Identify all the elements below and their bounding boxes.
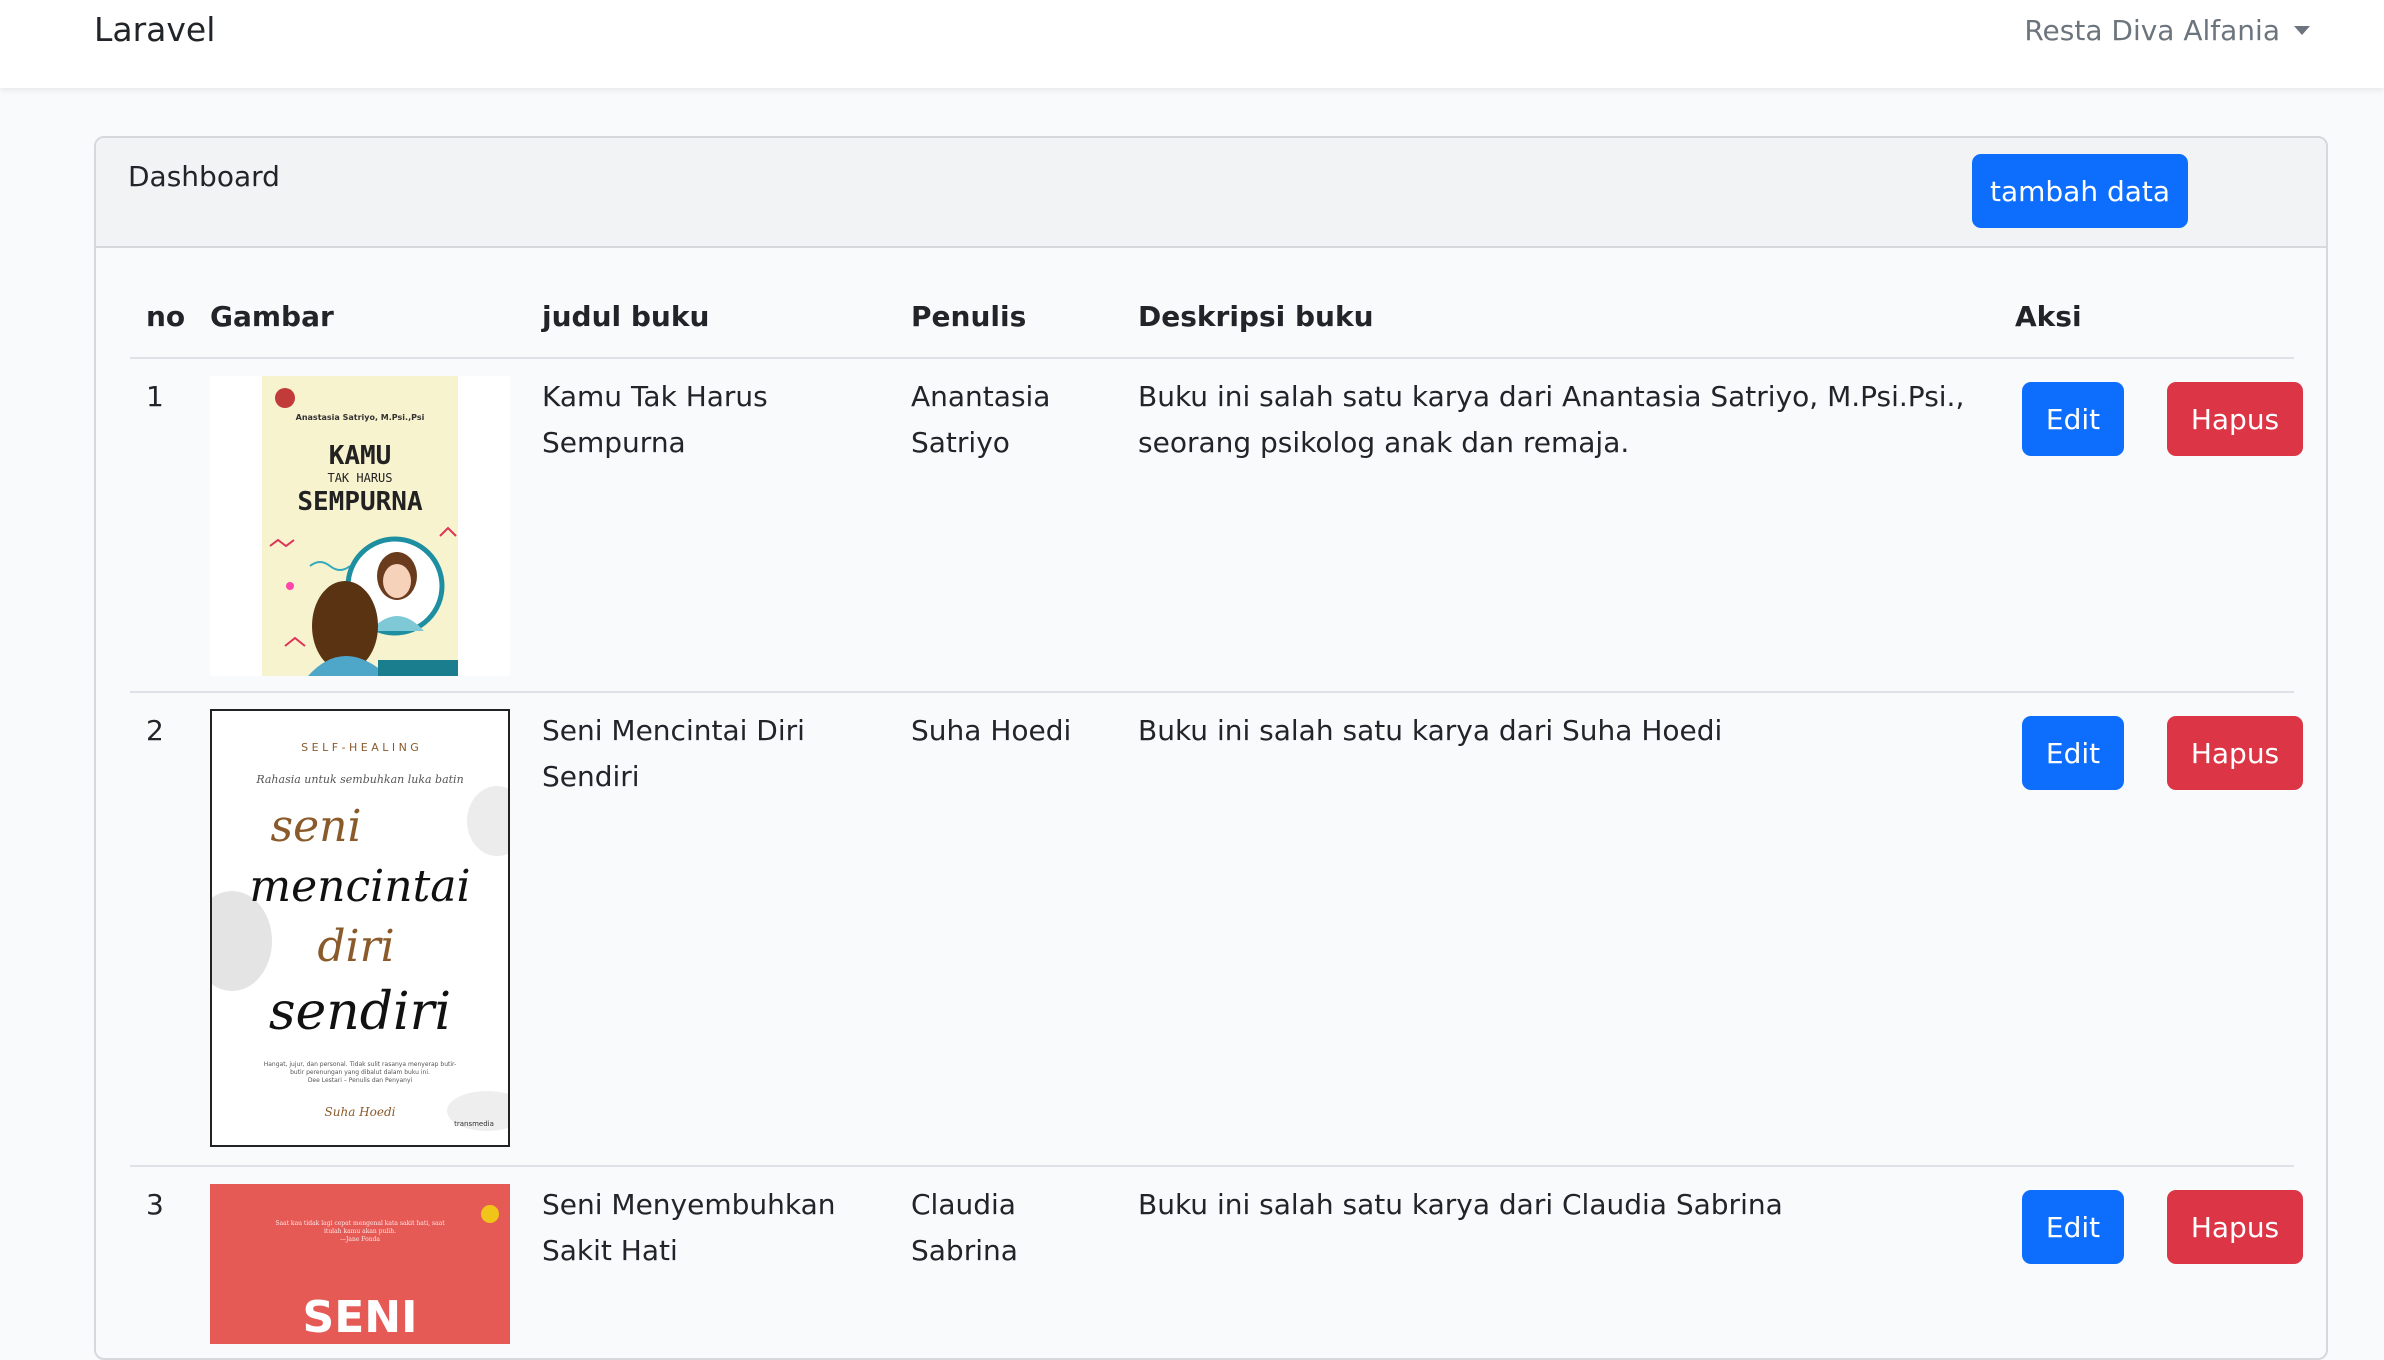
row-title: Kamu Tak Harus Sempurna: [542, 380, 768, 459]
book-cover-image: S E L F - H E A L I N G Rahasia untuk se…: [210, 709, 510, 1147]
cover-title-line1: KAMU: [329, 441, 392, 471]
row-description: Buku ini salah satu karya dari Anantasia…: [1138, 380, 1965, 459]
cover-big-title: SENI: [303, 1292, 418, 1343]
cover-quote-author: Dee Lestari – Penulis dan Penyanyi: [307, 1077, 413, 1084]
edit-button[interactable]: Edit: [2022, 716, 2124, 790]
header-aksi: Aksi: [2015, 300, 2082, 333]
row-title: Seni Menyembuhkan Sakit Hati: [542, 1188, 836, 1267]
header-deskripsi: Deskripsi buku: [1138, 300, 1374, 333]
row-no: 3: [146, 1188, 164, 1221]
row-author: Claudia Sabrina: [911, 1188, 1018, 1267]
row-no: 2: [146, 714, 164, 747]
cover-publisher: transmedia: [454, 1120, 494, 1128]
row-title: Seni Mencintai Diri Sendiri: [542, 714, 805, 793]
cover-quote-author: —Jane Fonda: [339, 1236, 381, 1243]
row-divider: [130, 691, 2294, 693]
dashboard-card: Dashboard tambah data no Gambar judul bu…: [94, 136, 2328, 1360]
row-description: Buku ini salah satu karya dari Claudia S…: [1138, 1188, 1783, 1221]
cover-word-3: diri: [317, 921, 394, 972]
delete-button[interactable]: Hapus: [2167, 716, 2303, 790]
card-header: Dashboard tambah data: [96, 138, 2326, 248]
cover-title-line3: SEMPURNA: [297, 487, 423, 517]
header-penulis: Penulis: [911, 300, 1027, 333]
add-data-button[interactable]: tambah data: [1972, 154, 2188, 228]
brand-link[interactable]: Laravel: [94, 10, 215, 49]
row-author: Anantasia Satriyo: [911, 380, 1051, 459]
cover-subtitle: Rahasia untuk sembuhkan luka batin: [255, 773, 463, 786]
cover-author: Suha Hoedi: [325, 1105, 396, 1119]
delete-button[interactable]: Hapus: [2167, 382, 2303, 456]
user-name: Resta Diva Alfania: [2024, 14, 2280, 47]
chevron-down-icon: [2294, 26, 2310, 35]
book-cover-image: Saat kau tidak lagi cepat mengenal kata …: [210, 1184, 510, 1344]
user-dropdown[interactable]: Resta Diva Alfania: [2024, 14, 2310, 47]
row-divider: [130, 1165, 2294, 1167]
header-gambar: Gambar: [210, 300, 334, 333]
header-divider: [130, 357, 2294, 359]
delete-button[interactable]: Hapus: [2167, 1190, 2303, 1264]
cover-quote: Hangat, jujur, dan personal. Tidak sulit…: [263, 1061, 457, 1076]
card-title: Dashboard: [128, 160, 280, 193]
cover-word-4: sendiri: [269, 982, 451, 1042]
cover-title-line2: TAK HARUS: [327, 471, 392, 485]
cover-word-1: seni: [270, 801, 361, 852]
row-no: 1: [146, 380, 164, 413]
cover-top-text: S E L F - H E A L I N G: [301, 741, 419, 754]
header-judul: judul buku: [542, 300, 710, 333]
cover-author-text: Anastasia Satriyo, M.Psi.,Psi: [296, 413, 425, 422]
header-no: no: [146, 300, 186, 333]
edit-button[interactable]: Edit: [2022, 382, 2124, 456]
row-author: Suha Hoedi: [911, 714, 1072, 747]
navbar: Laravel Resta Diva Alfania: [0, 0, 2384, 88]
edit-button[interactable]: Edit: [2022, 1190, 2124, 1264]
book-cover-image: Anastasia Satriyo, M.Psi.,Psi KAMU TAK H…: [210, 376, 510, 676]
cover-quote: Saat kau tidak lagi cepat mengenal kata …: [275, 1220, 445, 1235]
cover-word-2: mencintai: [249, 861, 470, 912]
row-description: Buku ini salah satu karya dari Suha Hoed…: [1138, 714, 1723, 747]
